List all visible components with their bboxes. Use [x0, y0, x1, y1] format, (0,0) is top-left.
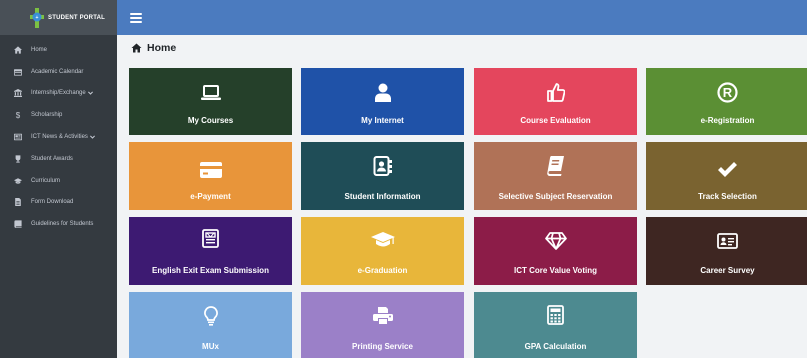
- institution-icon: [13, 89, 22, 98]
- calendar-icon: [13, 67, 22, 76]
- tile-label: Track Selection: [698, 192, 757, 201]
- sidebar-item-label: Home: [31, 46, 48, 53]
- graduation-cap-icon: [13, 176, 22, 185]
- dollar-icon: $: [13, 111, 22, 120]
- chevron-down-icon: [89, 135, 95, 140]
- sidebar-item-form-download[interactable]: Form Download: [0, 192, 117, 214]
- tile-english-exit-exam-submission[interactable]: English Exit Exam Submission: [129, 217, 292, 285]
- sidebar-item-label: ICT News & Activities: [31, 134, 88, 141]
- address-book-icon: [301, 156, 464, 176]
- tile-label: Selective Subject Reservation: [498, 192, 613, 201]
- sidebar-item-label: Scholarship: [31, 112, 63, 119]
- top-navbar: [117, 0, 807, 35]
- tile-selective-subject-reservation[interactable]: Selective Subject Reservation: [474, 142, 637, 210]
- brand[interactable]: + STUDENT PORTAL: [0, 0, 117, 35]
- tile-track-selection[interactable]: Track Selection: [646, 142, 807, 210]
- tile-student-information[interactable]: Student Information: [301, 142, 464, 210]
- thumbs-up-icon: [474, 83, 637, 102]
- sidebar-item-academic-calendar[interactable]: Academic Calendar: [0, 61, 117, 83]
- app-tile-grid: My Courses My Internet Course Evaluation…: [129, 68, 807, 358]
- tile-label: ICT Core Value Voting: [514, 266, 597, 275]
- tile-e-graduation[interactable]: e-Graduation: [301, 217, 464, 285]
- tile-label: MUx: [202, 342, 219, 351]
- sidebar-item-ict-news-activities[interactable]: ICT News & Activities: [0, 126, 117, 148]
- sidebar-item-label: Academic Calendar: [31, 68, 84, 75]
- tile-ict-core-value-voting[interactable]: ICT Core Value Voting: [474, 217, 637, 285]
- tile-label: GPA Calculation: [524, 342, 587, 351]
- calculator-icon: [474, 305, 637, 325]
- sidebar-item-label: Form Download: [31, 199, 74, 206]
- home-icon: [13, 45, 22, 54]
- gem-icon: [474, 232, 637, 250]
- book-icon: [13, 220, 22, 229]
- user-icon: [301, 83, 464, 102]
- newspaper-icon: [13, 133, 22, 142]
- check-icon: [646, 162, 807, 177]
- tile-label: e-Graduation: [357, 266, 408, 275]
- tile-my-courses[interactable]: My Courses: [129, 68, 292, 135]
- sidebar-item-scholarship[interactable]: $ Scholarship: [0, 104, 117, 126]
- tile-label: Course Evaluation: [520, 116, 591, 125]
- brand-name: STUDENT PORTAL: [48, 14, 106, 21]
- svg-text:$: $: [15, 111, 20, 119]
- tile-label: e-Payment: [190, 192, 231, 201]
- breadcrumb: Home: [131, 40, 176, 56]
- tile-e-registration[interactable]: R e-Registration: [646, 68, 807, 135]
- registered-icon: R: [646, 82, 807, 103]
- chevron-down-icon: [87, 91, 93, 96]
- sidebar-item-label: Guidelines for Students: [31, 221, 94, 228]
- file-icon: [13, 198, 22, 207]
- tile-label: English Exit Exam Submission: [152, 266, 269, 275]
- svg-text:+: +: [36, 15, 39, 21]
- sidebar-item-curriculum[interactable]: Curriculum: [0, 170, 117, 192]
- tile-label: My Internet: [361, 116, 404, 125]
- lightbulb-icon: [129, 306, 292, 326]
- sidebar: + STUDENT PORTAL Home Academic Calendar …: [0, 0, 117, 358]
- sidebar-item-label: Internship/Exchange: [31, 90, 86, 97]
- tile-printing-service[interactable]: Printing Service: [301, 292, 464, 358]
- tile-e-payment[interactable]: e-Payment: [129, 142, 292, 210]
- laptop-icon: [129, 85, 292, 101]
- tile-label: Career Survey: [700, 266, 755, 275]
- svg-text:R: R: [723, 85, 733, 100]
- tile-label: Printing Service: [352, 342, 413, 351]
- sidebar-nav: Home Academic Calendar Internship/Exchan…: [0, 35, 117, 235]
- tile-career-survey[interactable]: Career Survey: [646, 217, 807, 285]
- id-card-icon: [646, 233, 807, 249]
- tile-label: e-Registration: [700, 116, 755, 125]
- sidebar-item-home[interactable]: Home: [0, 39, 117, 61]
- print-icon: [301, 307, 464, 325]
- sidebar-item-student-awards[interactable]: Student Awards: [0, 148, 117, 170]
- tile-my-internet[interactable]: My Internet: [301, 68, 464, 135]
- sidebar-item-label: Student Awards: [31, 155, 73, 162]
- trophy-icon: [13, 154, 22, 163]
- page-title: Home: [147, 42, 177, 54]
- portal-logo-icon: +: [30, 7, 44, 28]
- tile-gpa-calculation[interactable]: GPA Calculation: [474, 292, 637, 358]
- tile-mux[interactable]: MUx: [129, 292, 292, 358]
- book-icon: [474, 156, 637, 176]
- sidebar-item-label: Curriculum: [31, 177, 61, 184]
- sidebar-item-guidelines-for-students[interactable]: Guidelines for Students: [0, 213, 117, 235]
- newspaper-icon: [129, 229, 292, 248]
- hamburger-menu-icon[interactable]: [130, 12, 142, 23]
- credit-card-icon: [129, 162, 292, 178]
- sidebar-item-internship-exchange[interactable]: Internship/Exchange: [0, 83, 117, 105]
- tile-course-evaluation[interactable]: Course Evaluation: [474, 68, 637, 135]
- tile-label: Student Information: [344, 192, 421, 201]
- tile-label: My Courses: [187, 116, 234, 125]
- graduation-cap-icon: [301, 232, 464, 249]
- home-icon: [131, 43, 142, 53]
